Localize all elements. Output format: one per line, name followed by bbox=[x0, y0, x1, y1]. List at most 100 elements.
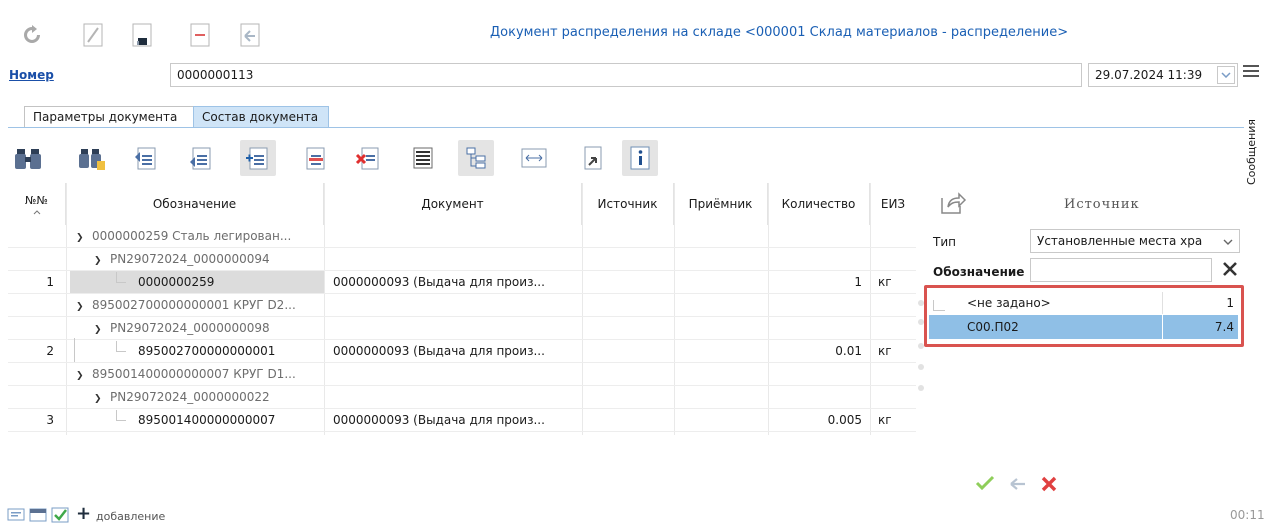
designation-cell-selected: 0000000259 bbox=[70, 271, 324, 293]
find-button[interactable] bbox=[10, 140, 46, 176]
row-number-cell: 2 bbox=[46, 344, 54, 358]
type-label: Тип bbox=[933, 235, 956, 249]
source-item-label: <не задано> bbox=[967, 296, 1051, 310]
table-icon bbox=[413, 147, 433, 169]
table-row-group[interactable]: ❯ PN29072024_0000000098 bbox=[8, 317, 916, 340]
row-number-cell: 3 bbox=[46, 413, 54, 427]
designation-cell: ❯ 895002700000000001 КРУГ D2... bbox=[76, 294, 326, 316]
source-list-item-selected[interactable]: С00.П02 7.4 bbox=[929, 315, 1238, 339]
delete-button[interactable] bbox=[185, 20, 215, 50]
chevron-down-icon[interactable]: ❯ bbox=[94, 250, 102, 270]
designation-cell: ❯ PN29072024_0000000098 bbox=[94, 317, 326, 339]
info-button[interactable] bbox=[622, 140, 658, 176]
table-view-button[interactable] bbox=[405, 140, 441, 176]
document-cell: 0000000093 (Выдача для произ... bbox=[333, 275, 545, 289]
binoculars-icon bbox=[15, 149, 41, 169]
remove-row-button[interactable] bbox=[297, 140, 333, 176]
tab-document-params[interactable]: Параметры документа bbox=[24, 106, 194, 128]
number-field[interactable]: 0000000113 bbox=[170, 63, 1082, 87]
table-row-group[interactable]: ❯ PN29072024_0000000094 bbox=[8, 248, 916, 271]
chevron-down-icon bbox=[1223, 239, 1233, 245]
col-header-designation[interactable]: Обозначение bbox=[66, 183, 324, 225]
quantity-cell: 0.005 bbox=[827, 413, 862, 427]
tab-document-contents[interactable]: Состав документа bbox=[193, 106, 329, 128]
type-select-value: Установленные места хра bbox=[1037, 234, 1203, 248]
ok-button[interactable] bbox=[975, 474, 997, 496]
number-label-link[interactable]: Номер bbox=[9, 68, 54, 82]
add-row-button[interactable] bbox=[240, 140, 276, 176]
checkmark-icon bbox=[975, 475, 995, 491]
col-header-receiver[interactable]: Приёмник bbox=[674, 183, 768, 225]
unit-cell: кг bbox=[878, 344, 892, 358]
tree-view-button[interactable] bbox=[458, 140, 494, 176]
datetime-value: 29.07.2024 11:39 bbox=[1095, 68, 1203, 82]
table-row[interactable]: 3 895001400000000007 0000000093 (Выдача … bbox=[8, 409, 916, 432]
share-button[interactable] bbox=[939, 190, 967, 216]
chevron-down-icon[interactable]: ❯ bbox=[94, 388, 102, 408]
export-button[interactable] bbox=[575, 140, 611, 176]
table-row-group[interactable]: ❯ 895002700000000001 КРУГ D2... bbox=[8, 294, 916, 317]
type-select[interactable]: Установленные места хра bbox=[1030, 229, 1240, 253]
undo-panel-button[interactable] bbox=[1008, 476, 1030, 496]
col-header-num-label: №№ bbox=[25, 193, 48, 207]
save-button[interactable] bbox=[127, 20, 157, 50]
col-header-designation-label: Обозначение bbox=[152, 197, 237, 211]
chevron-down-icon[interactable]: ❯ bbox=[76, 227, 84, 247]
designation-text: 895001400000000007 КРУГ D1... bbox=[92, 367, 296, 381]
table-row[interactable]: 1 0000000259 0000000093 (Выдача для прои… bbox=[8, 271, 916, 294]
clear-filter-button[interactable] bbox=[1222, 261, 1238, 277]
table-row-group[interactable]: ❯ PN29072024_0000000022 bbox=[8, 386, 916, 409]
tree-connector bbox=[116, 272, 117, 282]
col-header-num[interactable]: №№ bbox=[8, 183, 66, 225]
delete-row-icon bbox=[355, 147, 379, 170]
table-row-group[interactable]: ❯ 895001400000000007 КРУГ D1... bbox=[8, 363, 916, 386]
splitter-handle[interactable] bbox=[918, 364, 924, 370]
chevron-down-icon[interactable]: ❯ bbox=[94, 319, 102, 339]
list-up-icon bbox=[135, 147, 156, 170]
move-down-button[interactable] bbox=[183, 140, 219, 176]
datetime-field[interactable]: 29.07.2024 11:39 bbox=[1088, 63, 1238, 87]
source-list-item[interactable]: <не задано> 1 bbox=[929, 292, 1238, 314]
col-header-unit[interactable]: ЕИЗ bbox=[870, 183, 916, 225]
table-row[interactable]: 2 895002700000000001 0000000093 (Выдача … bbox=[8, 340, 916, 363]
status-comment-button[interactable] bbox=[7, 507, 25, 523]
col-header-document[interactable]: Документ bbox=[324, 183, 582, 225]
close-icon bbox=[1041, 476, 1057, 492]
menu-button[interactable] bbox=[1243, 64, 1259, 80]
col-header-unit-label: ЕИЗ bbox=[880, 197, 906, 211]
col-header-source-label: Источник bbox=[597, 197, 658, 211]
col-header-quantity[interactable]: Количество bbox=[768, 183, 870, 225]
add-row-icon bbox=[246, 147, 268, 170]
col-header-source[interactable]: Источник bbox=[582, 183, 674, 225]
designation-cell: ❯ 0000000259 Сталь легирован... bbox=[76, 225, 326, 247]
undo-icon bbox=[240, 23, 260, 47]
status-check-button[interactable] bbox=[51, 507, 69, 523]
find-filter-button[interactable] bbox=[74, 140, 110, 176]
designation-filter-input[interactable] bbox=[1030, 258, 1212, 282]
designation-text: 895002700000000001 КРУГ D2... bbox=[92, 298, 296, 312]
col-header-receiver-label: Приёмник bbox=[688, 197, 753, 211]
row-number-cell: 1 bbox=[46, 275, 54, 289]
designation-cell: 895001400000000007 bbox=[138, 409, 328, 431]
messages-side-tab[interactable]: Сообщения bbox=[1245, 105, 1263, 195]
undo-button[interactable] bbox=[235, 20, 265, 50]
move-up-button[interactable] bbox=[128, 140, 164, 176]
sort-up-icon bbox=[33, 209, 40, 214]
edit-button[interactable] bbox=[78, 20, 108, 50]
designation-cell: ❯ PN29072024_0000000022 bbox=[94, 386, 326, 408]
chevron-down-icon[interactable]: ❯ bbox=[76, 365, 84, 385]
tree-icon bbox=[466, 147, 486, 169]
export-icon bbox=[584, 146, 602, 170]
refresh-button[interactable] bbox=[17, 20, 47, 50]
checkmark-icon bbox=[51, 507, 69, 523]
tree-connector bbox=[116, 351, 126, 352]
datetime-dropdown-button[interactable] bbox=[1217, 66, 1235, 84]
chevron-down-icon[interactable]: ❯ bbox=[76, 296, 84, 316]
splitter-handle[interactable] bbox=[918, 385, 924, 391]
fit-columns-button[interactable] bbox=[516, 140, 552, 176]
source-item-value: 1 bbox=[1226, 296, 1234, 310]
cancel-button[interactable] bbox=[1040, 475, 1060, 495]
delete-row-button[interactable] bbox=[350, 140, 386, 176]
status-window-button[interactable] bbox=[29, 507, 47, 523]
table-row-group[interactable]: ❯ 0000000259 Сталь легирован... bbox=[8, 225, 916, 248]
